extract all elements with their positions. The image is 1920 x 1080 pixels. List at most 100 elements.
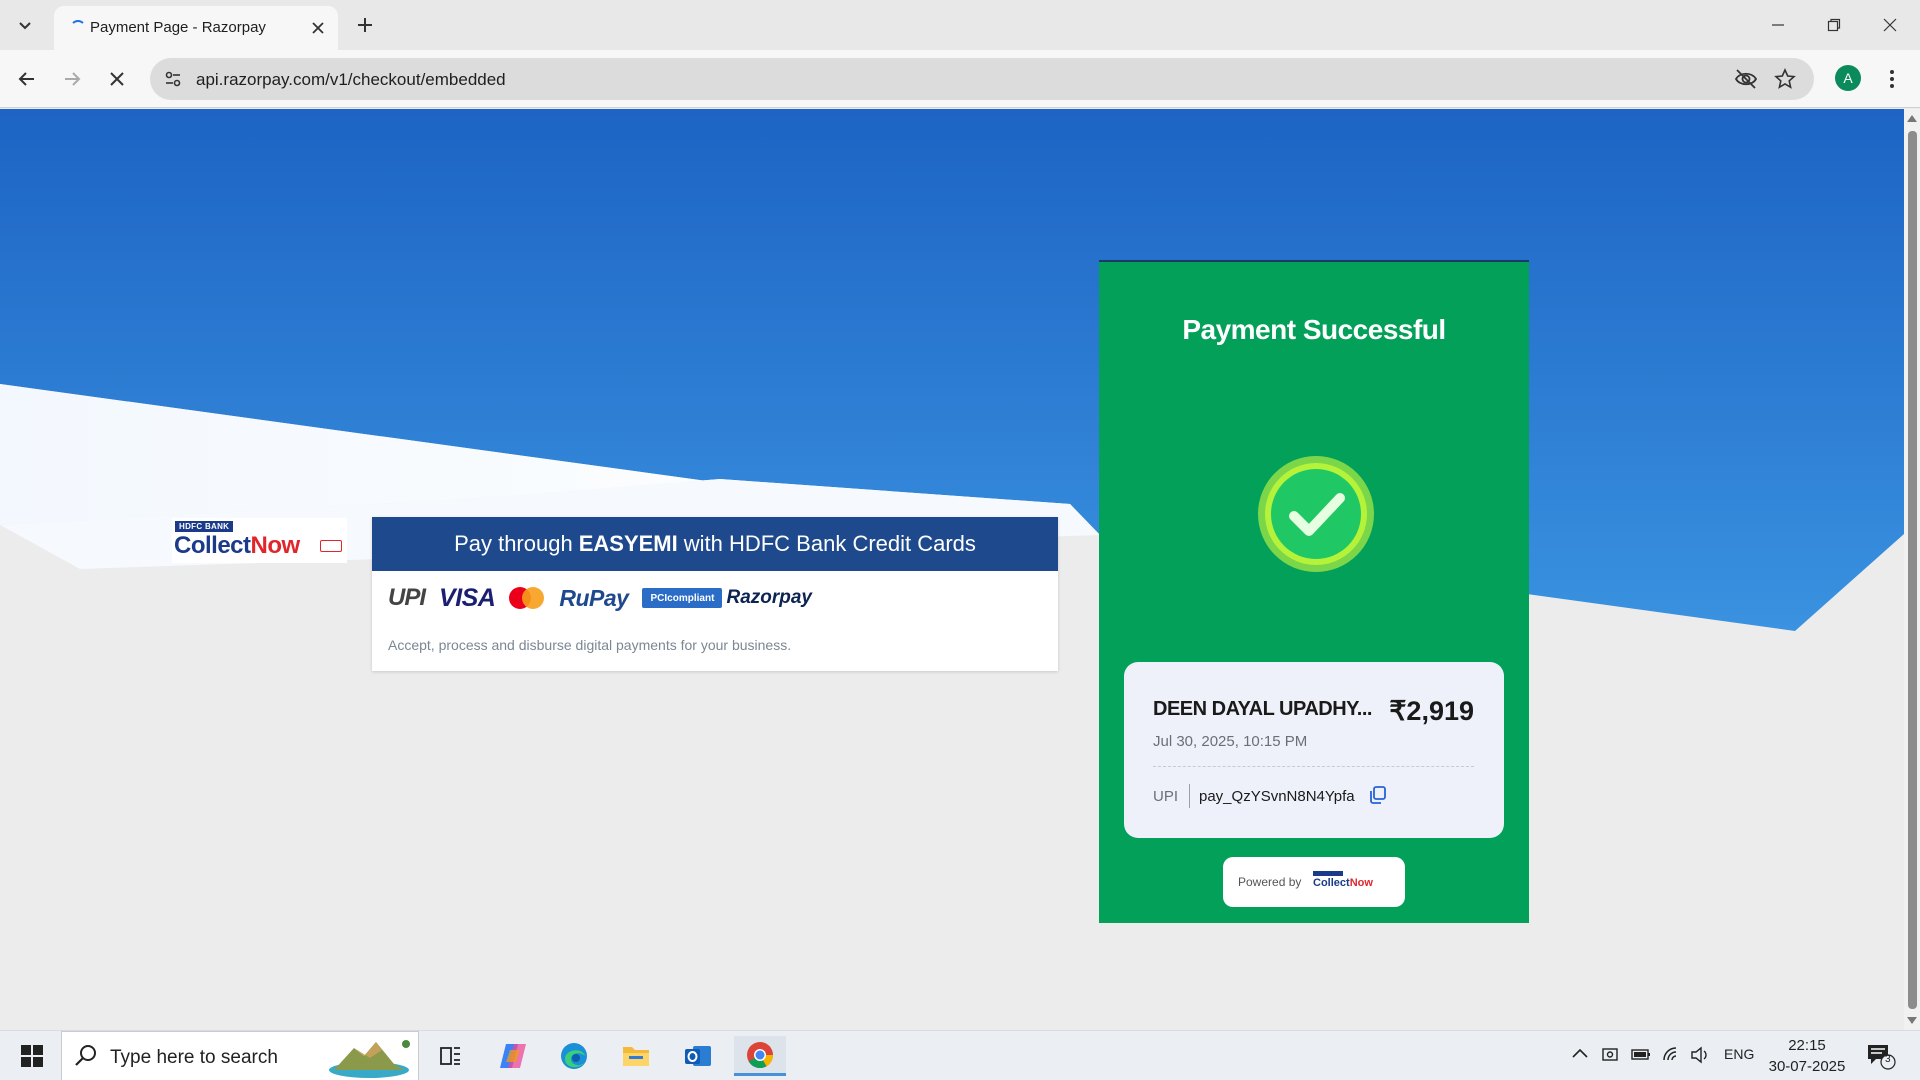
plus-icon [358,18,372,32]
banner-bold: EASYEMI [578,531,678,556]
site-info-button[interactable] [162,68,184,90]
arrow-right-icon [65,72,81,86]
divider [1189,784,1190,808]
close-icon [1883,18,1897,32]
copy-payment-id-button[interactable] [1367,784,1389,806]
new-tab-button[interactable] [350,10,380,40]
volume-status[interactable] [1690,1046,1710,1067]
payment-method: UPI [1153,788,1179,805]
meet-now-button[interactable] [1601,1046,1619,1067]
payment-datetime: Jul 30, 2025, 10:15 PM [1153,733,1308,750]
chrome-button[interactable] [734,1036,786,1076]
close-icon [110,72,124,86]
eye-off-icon [1734,69,1758,89]
promo-tagline: Accept, process and disburse digital pay… [388,637,792,653]
outlook-button[interactable] [672,1036,724,1076]
search-icon [75,1045,96,1066]
folder-icon [623,1047,649,1066]
success-check-icon [1256,454,1376,574]
close-window-button[interactable] [1862,0,1918,50]
file-explorer-button[interactable] [610,1036,662,1076]
url-text: api.razorpay.com/v1/checkout/embedded [196,70,506,89]
merchant-name: DEEN DAYAL UPADHY... [1153,698,1372,720]
battery-icon [1631,1049,1650,1060]
tab-search-button[interactable] [12,12,38,38]
browser-toolbar: api.razorpay.com/v1/checkout/embedded A [0,50,1920,108]
payment-status-title: Payment Successful [1182,314,1446,345]
show-hidden-icons-button[interactable] [1571,1046,1589,1063]
tab-close-button[interactable] [308,18,328,38]
back-button[interactable] [10,62,44,96]
clock-date: 30-07-2025 [1768,1058,1846,1075]
divider [1153,766,1474,767]
scrollbar-thumb[interactable] [1908,131,1917,1009]
battery-status[interactable] [1631,1046,1651,1065]
chevron-up-icon [1572,1048,1588,1058]
taskbar-clock[interactable]: 22:15 30-07-2025 [1757,1035,1857,1077]
network-status[interactable] [1662,1046,1682,1067]
edge-button[interactable] [548,1036,600,1076]
windows-taskbar: Type here to search ENG 22:15 30-07-2025… [0,1030,1920,1080]
upi-logo: UPI [388,584,426,611]
payment-logos: UPI VISA RuPay PCIcompliant Razorpay [388,583,812,612]
copilot-button[interactable] [487,1036,539,1076]
profile-avatar[interactable]: A [1835,65,1861,91]
language-indicator[interactable]: ENG [1724,1046,1754,1062]
promo-card: Pay through EASYEMI with HDFC Bank Credi… [372,517,1058,671]
chevron-down-icon [19,22,31,30]
notification-count: 3 [1885,1054,1891,1065]
start-button[interactable] [10,1031,54,1080]
clock-time: 22:15 [1788,1037,1826,1054]
copilot-icon [500,1044,526,1068]
tab-strip: Payment Page - Razorpay [0,0,1920,50]
notifications-button[interactable]: 3 [1865,1041,1897,1071]
payment-amount: ₹2,919 [1389,696,1474,726]
chrome-icon [747,1041,774,1068]
active-tab[interactable]: Payment Page - Razorpay [54,6,338,50]
page-viewport: HDFC BANK CollectNow Pay through EASYEMI… [0,109,1904,1030]
razorpay-logo: Razorpay [726,587,812,608]
bank-label: HDFC BANK [175,521,234,532]
loading-spinner-icon [70,20,86,36]
forward-button[interactable] [55,62,89,96]
outlook-icon [685,1046,711,1066]
logo-tag-icon [320,540,342,552]
star-icon [1774,68,1796,89]
stop-loading-button[interactable] [100,62,134,96]
task-view-button[interactable] [425,1036,477,1076]
browser-menu-button[interactable] [1882,64,1902,94]
taskbar-search-box[interactable]: Type here to search [61,1031,419,1080]
visa-logo: VISA [439,583,496,612]
search-placeholder: Type here to search [110,1047,278,1068]
webcam-icon [1602,1048,1618,1061]
minimize-button[interactable] [1750,0,1806,50]
powered-by-label: Powered by [1238,875,1302,889]
task-view-icon [440,1047,460,1065]
collectnow-logo: HDFC BANK CollectNow [172,518,347,563]
banner-suffix: with HDFC Bank Credit Cards [683,531,976,556]
rupay-logo: RuPay [559,584,629,611]
restore-button[interactable] [1806,0,1862,50]
tab-title: Payment Page - Razorpay [90,19,266,36]
banner-prefix: Pay through [454,531,573,556]
minimize-icon [1772,24,1784,26]
tune-icon [165,71,181,87]
more-vert-icon [1890,70,1894,88]
collectnow-mini-logo: CollectNow [1313,871,1393,893]
tracking-protection-button[interactable] [1734,68,1758,95]
scroll-down-arrow-icon[interactable] [1907,1017,1917,1024]
notification-icon [1868,1045,1896,1070]
collectnow-wordmark: CollectNow [174,532,300,559]
scroll-up-arrow-icon[interactable] [1907,115,1917,122]
page-scrollbar[interactable] [1904,109,1920,1030]
bookmark-button[interactable] [1774,68,1796,95]
address-bar[interactable]: api.razorpay.com/v1/checkout/embedded [150,58,1814,100]
wifi-icon [1663,1047,1677,1061]
easyemi-banner[interactable]: Pay through EASYEMI with HDFC Bank Credi… [372,517,1058,571]
speaker-icon [1691,1046,1707,1064]
arrow-left-icon [18,72,34,86]
powered-by-badge: Powered by CollectNow [1223,857,1405,907]
restore-icon [1827,18,1841,32]
payment-status-card: Payment Successful DEEN DAYAL UPADHY... … [1099,260,1529,923]
copy-icon [1370,786,1386,804]
